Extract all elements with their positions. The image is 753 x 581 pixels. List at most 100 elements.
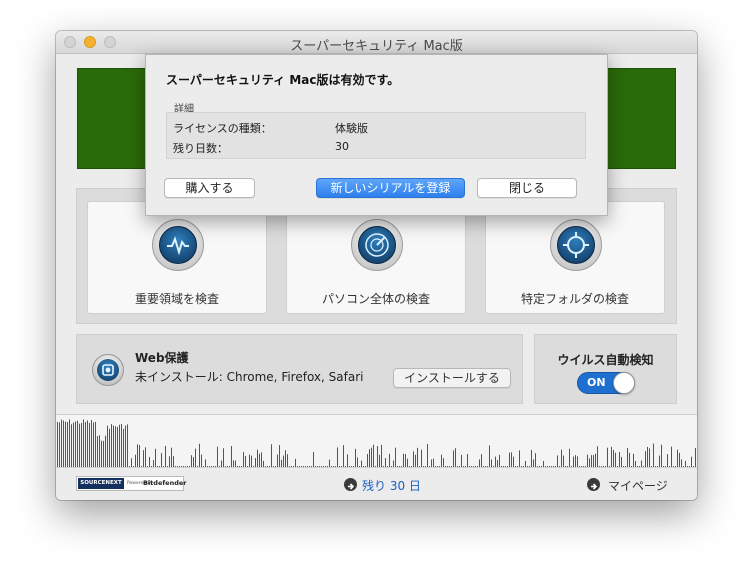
activity-bar — [579, 466, 580, 467]
activity-bar — [285, 450, 286, 467]
activity-bar — [663, 466, 664, 467]
activity-bar — [533, 459, 534, 467]
activity-bar — [321, 466, 322, 467]
auto-scan-toggle[interactable]: ON — [577, 372, 635, 394]
activity-bar — [81, 422, 82, 467]
scan-card-critical[interactable]: 重要領域を検査 — [87, 201, 267, 314]
radar-icon — [351, 219, 403, 271]
activity-bar — [279, 445, 280, 467]
activity-bar — [113, 425, 114, 467]
activity-bar — [313, 452, 314, 467]
activity-bar — [545, 466, 546, 467]
activity-bar — [439, 466, 440, 467]
activity-bar — [455, 448, 456, 467]
activity-bar — [425, 466, 426, 467]
activity-bar — [59, 422, 60, 467]
activity-bar — [453, 450, 454, 467]
details-box: ライセンスの種類： 体験版 残り日数： 30 — [166, 112, 586, 159]
activity-bar — [555, 466, 556, 467]
scan-card-folder[interactable]: 特定フォルダの検査 — [485, 201, 665, 314]
activity-bar — [391, 466, 392, 467]
activity-bar — [659, 455, 660, 467]
activity-bar — [615, 452, 616, 467]
activity-bar — [293, 466, 294, 467]
activity-bar — [437, 466, 438, 467]
activity-bar — [693, 466, 694, 467]
activity-bar — [121, 424, 122, 467]
activity-bar — [197, 466, 198, 467]
activity-bar — [89, 423, 90, 467]
activity-bar — [369, 449, 370, 467]
activity-bar — [371, 447, 372, 467]
activity-bar — [325, 466, 326, 467]
install-button[interactable]: インストールする — [393, 368, 511, 388]
activity-bar — [567, 466, 568, 467]
activity-bar — [481, 454, 482, 467]
activity-bar — [601, 466, 602, 467]
title-bar[interactable]: スーパーセキュリティ Mac版 — [56, 31, 697, 54]
arrow-right-icon[interactable] — [587, 478, 600, 491]
activity-bar — [79, 423, 80, 467]
activity-bar — [681, 459, 682, 467]
activity-bar — [367, 453, 368, 467]
activity-bar — [491, 459, 492, 467]
activity-graph — [56, 414, 697, 468]
activity-bar — [607, 447, 608, 467]
activity-bar — [543, 460, 544, 467]
activity-bar — [561, 449, 562, 467]
activity-bar — [457, 466, 458, 467]
activity-bar — [445, 466, 446, 467]
activity-bar — [609, 466, 610, 467]
activity-bar — [235, 460, 236, 467]
scan-card-label: パソコン全体の検査 — [321, 292, 430, 306]
activity-bar — [377, 446, 378, 467]
close-dialog-button[interactable]: 閉じる — [477, 178, 577, 198]
activity-bar — [171, 447, 172, 467]
activity-bar — [281, 459, 282, 467]
activity-bar — [109, 428, 110, 467]
activity-bar — [431, 459, 432, 467]
activity-bar — [263, 460, 264, 467]
activity-bar — [141, 466, 142, 467]
activity-bar — [105, 435, 106, 467]
activity-bar — [651, 466, 652, 467]
activity-bar — [143, 450, 144, 467]
activity-bar — [695, 447, 696, 467]
activity-bar — [355, 448, 356, 467]
activity-bar — [383, 466, 384, 467]
activity-bar — [359, 466, 360, 467]
activity-bar — [269, 466, 270, 467]
activity-bar — [129, 466, 130, 467]
activity-bar — [471, 466, 472, 467]
days-remaining-link[interactable]: 残り 30 日 — [362, 477, 421, 494]
activity-bar — [217, 446, 218, 467]
activity-bar — [287, 454, 288, 467]
activity-bar — [327, 466, 328, 467]
register-serial-button[interactable]: 新しいシリアルを登録 — [316, 178, 465, 198]
activity-bar — [283, 455, 284, 467]
activity-bar — [353, 466, 354, 467]
activity-bar — [575, 455, 576, 467]
activity-bar — [209, 466, 210, 467]
arrow-right-icon[interactable] — [344, 478, 357, 491]
activity-bar — [557, 455, 558, 467]
activity-bar — [653, 443, 654, 467]
activity-bar — [231, 446, 232, 467]
activity-bar — [139, 445, 140, 467]
activity-bar — [657, 466, 658, 467]
mypage-link[interactable]: マイページ — [608, 477, 668, 494]
activity-bar — [379, 454, 380, 467]
activity-bar — [387, 466, 388, 467]
buy-button[interactable]: 購入する — [164, 178, 255, 198]
activity-bar — [469, 466, 470, 467]
activity-bar — [623, 466, 624, 467]
activity-bar — [131, 458, 132, 467]
vendor-logo: SOURCENEXT Powered by Bitdefender — [76, 476, 186, 491]
activity-bar — [237, 466, 238, 467]
activity-bar — [69, 419, 70, 467]
activity-bar — [649, 448, 650, 467]
pulse-icon — [152, 219, 204, 271]
scan-card-full[interactable]: パソコン全体の検査 — [286, 201, 466, 314]
activity-bar — [195, 448, 196, 467]
activity-bar — [389, 453, 390, 467]
